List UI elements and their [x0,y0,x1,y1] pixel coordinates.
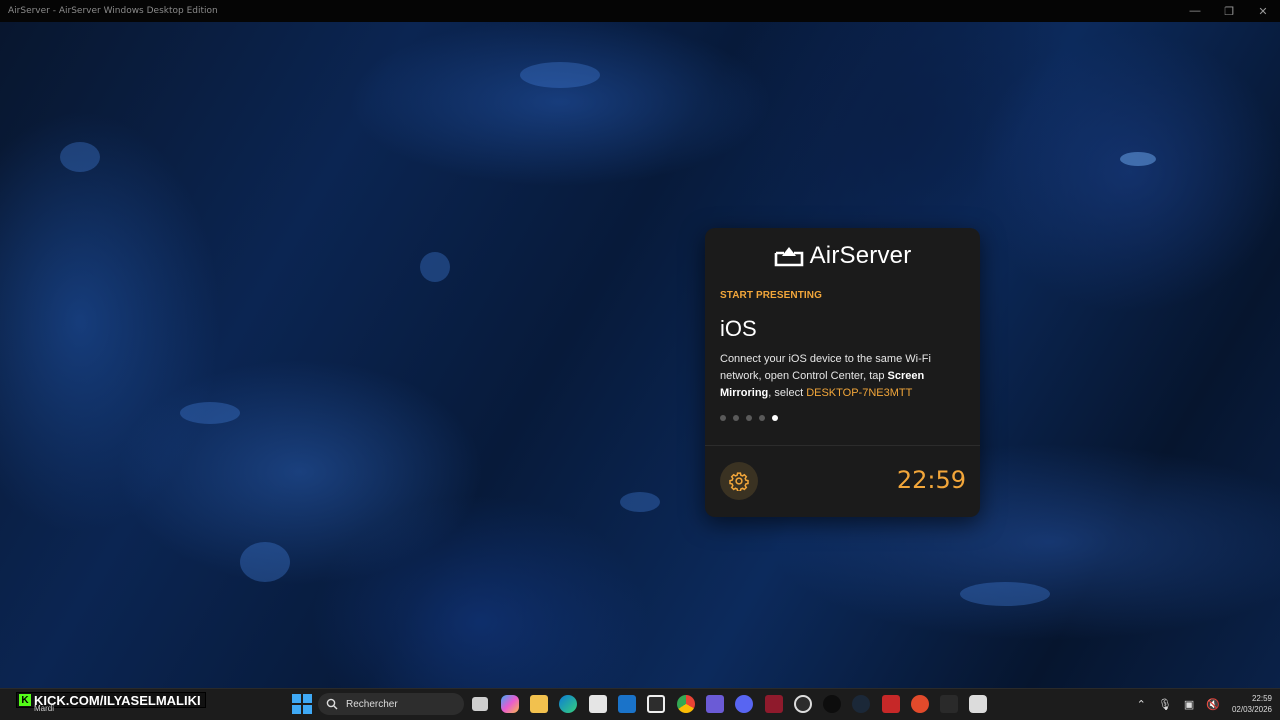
card-clock: 22:59 [896,466,966,494]
window-title: AirServer - AirServer Windows Desktop Ed… [8,6,218,16]
tray-date: 02/03/2026 [1231,705,1272,714]
minimize-button[interactable]: — [1178,0,1212,22]
steam-icon[interactable] [852,695,870,713]
kick-icon: K [19,694,31,706]
start-button[interactable] [292,694,312,714]
logo-text: AirServer [809,242,912,269]
outlook-icon[interactable] [618,695,636,713]
screen: AirServer - AirServer Windows Desktop Ed… [0,0,1280,720]
tray-time: 22:59 [1251,694,1272,703]
search-icon [326,698,338,710]
airserver-card: AirServer START PRESENTING iOS Connect y… [705,228,980,517]
car-icon[interactable] [969,695,987,713]
device-name: DESKTOP-7NE3MTT [806,387,913,399]
close-button[interactable]: ✕ [1246,0,1280,22]
chevron-up-icon[interactable]: ⌃ [1137,698,1146,711]
carousel-dot[interactable] [759,415,765,421]
platform-title: iOS [720,316,757,341]
airserver-logo: AirServer [705,242,980,270]
gamepad-icon[interactable] [706,695,724,713]
obs-icon[interactable] [794,695,812,713]
discord-icon[interactable] [735,695,753,713]
instructions-text: Connect your iOS device to the same Wi-F… [720,351,970,402]
system-tray: ⌃ 🎙 ▣ 🔇 22:59 02/03/2026 [1137,688,1280,720]
file-explorer-icon[interactable] [530,695,548,713]
store-icon[interactable] [589,695,607,713]
taskbar-search[interactable]: Rechercher [318,693,464,715]
affinity-icon[interactable] [765,695,783,713]
window-titlebar: AirServer - AirServer Windows Desktop Ed… [0,0,1280,22]
watermark-text: KICK.COM/ILYASELMALIKI [34,692,201,708]
instructions-part-2: , select [768,387,807,399]
start-presenting-label: START PRESENTING [720,290,822,301]
airserver-taskbar-icon[interactable] [647,695,665,713]
task-view-icon[interactable] [472,697,488,711]
carousel-dot[interactable] [733,415,739,421]
gear-icon [729,472,749,491]
weather-widget-label[interactable]: Mardi [34,704,54,713]
carousel-dots [720,415,778,421]
chrome-icon[interactable] [677,695,695,713]
desktop-wallpaper [0,22,1280,688]
search-placeholder: Rechercher [346,698,398,710]
app-icon-red[interactable] [882,695,900,713]
play-icon[interactable] [940,695,958,713]
airplay-icon [774,247,803,267]
network-icon[interactable]: ▣ [1184,698,1194,711]
card-divider [705,445,980,446]
app-icon-badge[interactable] [911,695,929,713]
carousel-dot[interactable] [720,415,726,421]
settings-button[interactable] [720,462,758,500]
microphone-icon[interactable]: 🎙 [1158,698,1172,711]
maximize-button[interactable]: ❐ [1212,0,1246,22]
tray-clock[interactable]: 22:59 02/03/2026 [1232,693,1272,715]
volume-muted-icon[interactable]: 🔇 [1206,698,1220,711]
app-icon-dark[interactable] [823,695,841,713]
carousel-dot-active[interactable] [772,415,778,421]
copilot-icon[interactable] [501,695,519,713]
carousel-dot[interactable] [746,415,752,421]
edge-icon[interactable] [559,695,577,713]
